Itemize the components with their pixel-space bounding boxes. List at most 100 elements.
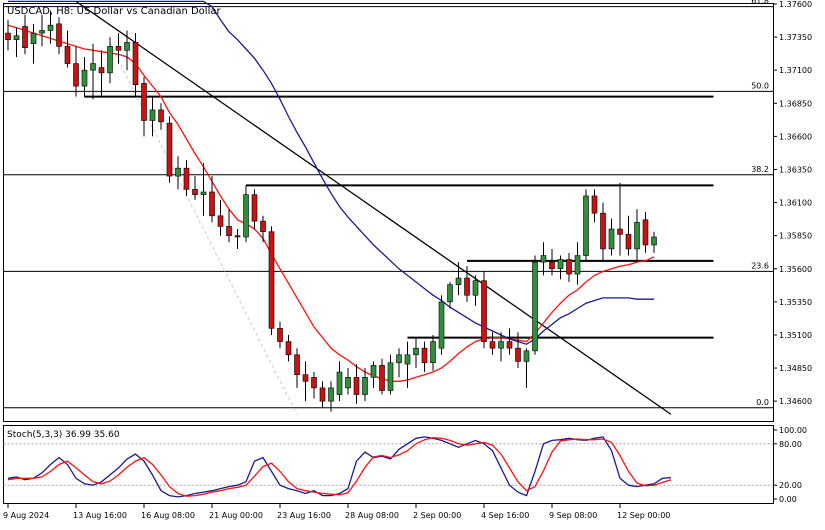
bearish-candle bbox=[141, 83, 147, 121]
price-tick-label: 1.37350 bbox=[779, 33, 812, 42]
bullish-candle bbox=[175, 167, 181, 177]
bearish-candle bbox=[22, 26, 28, 48]
bullish-candle bbox=[328, 387, 334, 402]
bearish-candle bbox=[421, 347, 428, 364]
fib-level-label: 38.2 bbox=[751, 165, 769, 174]
stoch-tick-label: 20.00 bbox=[779, 481, 802, 490]
bullish-candle bbox=[81, 69, 88, 87]
time-tick-label: 13 Aug 16:00 bbox=[73, 511, 127, 520]
time-tick-label: 12 Sep 00:00 bbox=[617, 511, 670, 520]
time-tick-label: 28 Aug 08:00 bbox=[345, 511, 399, 520]
bullish-candle bbox=[472, 280, 479, 296]
bearish-candle bbox=[302, 374, 309, 382]
bearish-candle bbox=[183, 167, 190, 190]
bearish-candle bbox=[158, 109, 164, 123]
price-tick-label: 1.35850 bbox=[779, 232, 812, 241]
bullish-candle bbox=[39, 30, 45, 34]
bullish-candle bbox=[124, 42, 130, 51]
bullish-candle bbox=[107, 46, 113, 74]
bearish-candle bbox=[260, 220, 266, 232]
bullish-candle bbox=[455, 277, 462, 285]
bullish-candle bbox=[557, 259, 564, 270]
time-tick-label: 16 Aug 08:00 bbox=[141, 511, 195, 520]
stoch-tick-label: 0.00 bbox=[779, 495, 797, 504]
bearish-candle bbox=[268, 231, 275, 329]
price-tick-label: 1.36850 bbox=[779, 99, 812, 108]
bullish-candle bbox=[583, 195, 589, 256]
bearish-candle bbox=[217, 215, 224, 227]
bullish-candle bbox=[13, 35, 20, 41]
bearish-candle bbox=[625, 234, 632, 250]
bearish-candle bbox=[481, 280, 487, 342]
time-tick-label: 2 Sep 00:00 bbox=[413, 511, 461, 520]
bearish-candle bbox=[132, 42, 139, 86]
chart-title: USDCAD, H8: US Dollar vs Canadian Dollar bbox=[7, 6, 221, 17]
time-tick-label: 4 Sep 16:00 bbox=[481, 511, 529, 520]
bearish-candle bbox=[64, 46, 71, 64]
price-tick-label: 1.36350 bbox=[779, 165, 812, 174]
bearish-candle bbox=[591, 195, 598, 214]
bearish-candle bbox=[251, 194, 258, 222]
bullish-candle bbox=[345, 377, 351, 389]
bullish-candle bbox=[243, 194, 249, 238]
fib-level-label: 23.6 bbox=[751, 261, 769, 270]
bullish-candle bbox=[447, 284, 453, 303]
price-tick-label: 1.34850 bbox=[779, 364, 812, 373]
bullish-candle bbox=[574, 255, 581, 275]
bearish-candle bbox=[294, 354, 300, 375]
bullish-candle bbox=[634, 222, 640, 250]
price-tick-label: 1.37100 bbox=[779, 66, 812, 75]
bullish-candle bbox=[396, 354, 402, 364]
price-tick-label: 1.35600 bbox=[779, 265, 812, 274]
bearish-candle bbox=[285, 341, 292, 356]
bullish-candle bbox=[404, 354, 411, 365]
price-tick-label: 1.37600 bbox=[779, 0, 812, 9]
price-pane bbox=[3, 3, 774, 422]
bearish-candle bbox=[311, 377, 317, 389]
bearish-candle bbox=[234, 235, 241, 238]
price-tick-label: 1.35350 bbox=[779, 298, 812, 307]
bullish-candle bbox=[362, 377, 368, 395]
bullish-candle bbox=[336, 371, 343, 395]
stoch-tick-label: 100.00 bbox=[779, 426, 807, 435]
bearish-candle bbox=[617, 228, 623, 235]
bearish-candle bbox=[515, 347, 521, 362]
bearish-candle bbox=[549, 261, 555, 270]
bullish-candle bbox=[523, 350, 530, 362]
bearish-candle bbox=[56, 23, 62, 47]
bearish-candle bbox=[209, 191, 215, 217]
bullish-candle bbox=[430, 341, 436, 364]
chart-root: 61.8 50.0 38.2 23.6 0.0 1.37600 1.37350 1.3710… bbox=[0, 0, 825, 526]
bullish-candle bbox=[200, 191, 207, 195]
fib-level-label: 50.0 bbox=[751, 81, 769, 90]
chart-canvas: 61.8 50.0 38.2 23.6 0.0 1.37600 1.37350 1.3710… bbox=[0, 0, 825, 526]
bullish-candle bbox=[90, 63, 96, 71]
bearish-candle bbox=[73, 63, 79, 87]
bullish-candle bbox=[47, 24, 54, 31]
fib-level-label: 61.8 bbox=[751, 0, 769, 6]
bearish-candle bbox=[379, 365, 385, 391]
time-tick-label: 23 Aug 16:00 bbox=[277, 511, 331, 520]
bullish-candle bbox=[540, 255, 547, 263]
price-tick-label: 1.34600 bbox=[779, 397, 812, 406]
bullish-candle bbox=[370, 365, 377, 378]
bearish-candle bbox=[353, 377, 360, 395]
bearish-candle bbox=[166, 122, 173, 177]
bullish-candle bbox=[532, 261, 538, 352]
bearish-candle bbox=[277, 328, 283, 342]
bearish-candle bbox=[642, 219, 649, 246]
price-tick-label: 1.35100 bbox=[779, 331, 812, 340]
bearish-candle bbox=[489, 341, 496, 349]
bearish-candle bbox=[98, 67, 105, 74]
bearish-candle bbox=[506, 341, 513, 349]
bearish-candle bbox=[464, 277, 470, 296]
time-tick-label: 21 Aug 00:00 bbox=[209, 511, 263, 520]
bearish-candle bbox=[319, 387, 326, 402]
bearish-candle bbox=[226, 226, 232, 236]
bullish-candle bbox=[438, 301, 445, 349]
stoch-tick-label: 80.00 bbox=[779, 440, 802, 449]
bullish-candle bbox=[387, 362, 394, 391]
stoch-label: Stoch(5,3,3) 36.99 35.60 bbox=[7, 430, 120, 440]
bullish-candle bbox=[30, 32, 37, 45]
bearish-candle bbox=[600, 212, 606, 250]
